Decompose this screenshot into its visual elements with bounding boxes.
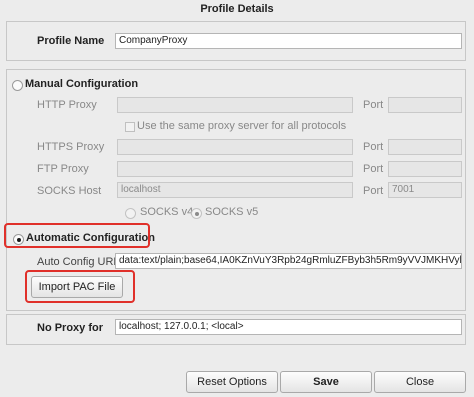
automatic-configuration-highlight [4, 223, 150, 248]
socks-host-label: SOCKS Host [37, 185, 102, 197]
https-proxy-input[interactable] [117, 139, 353, 155]
socks-port-input[interactable]: 7001 [388, 182, 462, 198]
https-proxy-label: HTTPS Proxy [37, 141, 105, 153]
http-port-label: Port [363, 99, 384, 111]
auto-config-url-input[interactable]: data:text/plain;base64,IA0KZnVuY3Rpb24gR… [115, 253, 462, 269]
socks-v5-label: SOCKS v5 [205, 206, 259, 218]
profile-name-label: Profile Name [37, 35, 105, 47]
no-proxy-label: No Proxy for [37, 322, 104, 334]
https-port-label: Port [363, 141, 384, 153]
ftp-proxy-label: FTP Proxy [37, 163, 89, 175]
socks-port-label: Port [363, 185, 384, 197]
same-proxy-label: Use the same proxy server for all protoc… [137, 120, 347, 132]
http-port-input[interactable] [388, 97, 462, 113]
ftp-proxy-input[interactable] [117, 161, 353, 177]
http-proxy-label: HTTP Proxy [37, 99, 97, 111]
manual-configuration-radio[interactable] [12, 80, 23, 91]
profile-name-input[interactable]: CompanyProxy [115, 33, 462, 49]
import-pac-highlight [25, 270, 135, 303]
save-button[interactable]: Save [280, 371, 372, 393]
auto-config-url-label: Auto Config URL [37, 256, 120, 268]
socks-host-input[interactable]: localhost [117, 182, 353, 198]
socks-v4-radio[interactable] [125, 208, 136, 219]
socks-v5-radio[interactable] [191, 208, 202, 219]
manual-configuration-label: Manual Configuration [25, 78, 139, 90]
http-proxy-input[interactable] [117, 97, 353, 113]
ftp-port-label: Port [363, 163, 384, 175]
https-port-input[interactable] [388, 139, 462, 155]
close-button[interactable]: Close [374, 371, 466, 393]
ftp-port-input[interactable] [388, 161, 462, 177]
reset-options-button[interactable]: Reset Options [186, 371, 278, 393]
no-proxy-input[interactable]: localhost; 127.0.0.1; <local> [115, 319, 462, 335]
window-title: Profile Details [200, 3, 274, 15]
same-proxy-checkbox[interactable] [125, 122, 135, 132]
socks-v4-label: SOCKS v4 [140, 206, 194, 218]
